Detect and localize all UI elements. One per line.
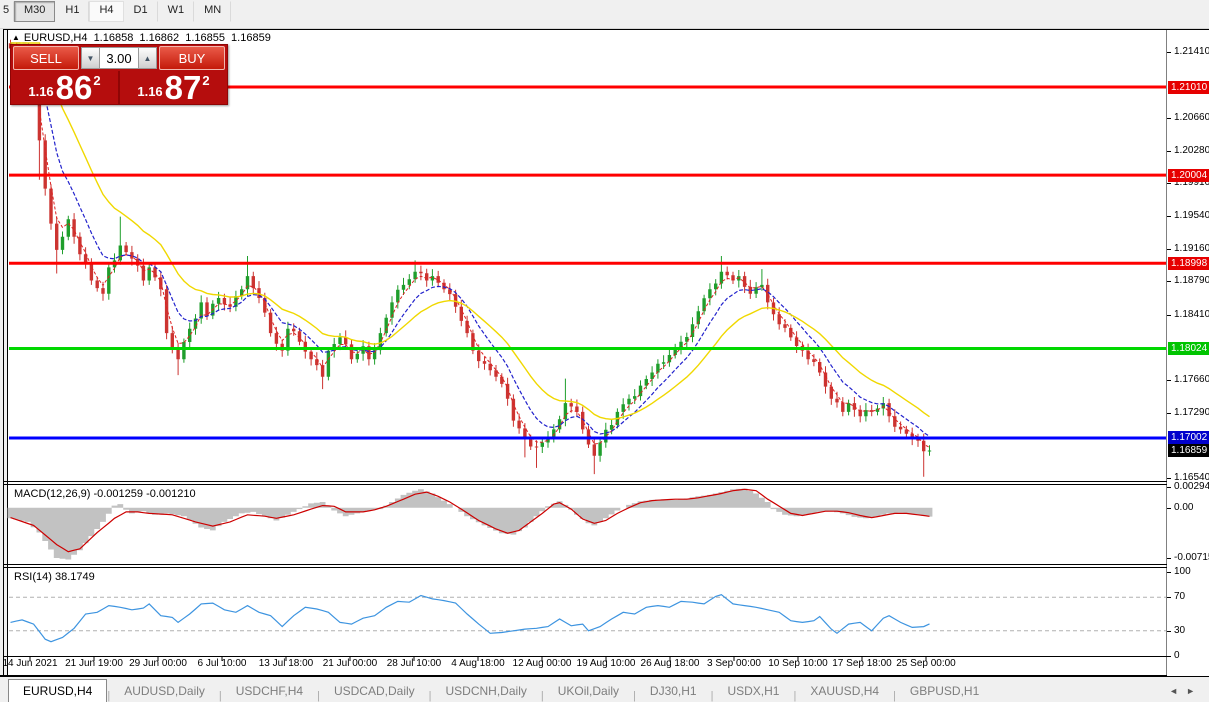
axis-tick bbox=[1167, 118, 1171, 119]
price-axis-label: 1.18410 bbox=[1174, 309, 1209, 320]
bid-price-pips: 86 bbox=[56, 74, 93, 102]
rsi-axis-label: 70 bbox=[1174, 591, 1185, 602]
axis-tick bbox=[1167, 597, 1171, 598]
axis-tick bbox=[1167, 52, 1171, 53]
macd-axis-label: 0.00 bbox=[1174, 502, 1193, 513]
symbol-marker-icon: ▲ bbox=[12, 33, 20, 42]
timeframe-button-H1[interactable]: H1 bbox=[55, 1, 89, 22]
chart-tabs: EURUSD,H4|AUDUSD,Daily|USDCHF,H4|USDCAD,… bbox=[8, 678, 993, 702]
volume-stepper: ▼ 3.00 ▲ bbox=[81, 47, 157, 69]
axis-tick bbox=[1167, 478, 1171, 479]
macd-indicator-label: MACD(12,26,9) -0.001259 -0.001210 bbox=[14, 488, 196, 500]
hline-price-tag: 1.18024 bbox=[1168, 342, 1209, 355]
trade-panel-price-row: 1.16 86 2 1.16 87 2 bbox=[11, 71, 227, 105]
bid-price-display[interactable]: 1.16 86 2 bbox=[11, 71, 120, 105]
hline-price-tag: 1.20004 bbox=[1168, 169, 1209, 182]
axis-tick bbox=[1167, 281, 1171, 282]
window-frame-bottom bbox=[0, 675, 1209, 677]
chart-tab-bar: EURUSD,H4|AUDUSD,Daily|USDCHF,H4|USDCAD,… bbox=[0, 678, 1209, 702]
chart-tab-USDX-H1[interactable]: USDX,H1 bbox=[713, 681, 793, 702]
axis-tick bbox=[1167, 380, 1171, 381]
tab-scroll-left-icon[interactable]: ◄ bbox=[1169, 686, 1186, 696]
ask-price-major: 1.16 bbox=[137, 84, 162, 99]
axis-tick bbox=[1167, 413, 1171, 414]
axis-tick bbox=[1167, 216, 1171, 217]
ask-price-fraction: 2 bbox=[202, 73, 209, 88]
axis-tick bbox=[1167, 151, 1171, 152]
chart-symbol-period: EURUSD,H4 bbox=[24, 32, 88, 44]
price-axis-label: 1.19160 bbox=[1174, 243, 1209, 254]
price-axis[interactable]: 1.214101.206601.202801.199101.195401.191… bbox=[1167, 30, 1209, 676]
ohlc-open: 1.16858 bbox=[94, 32, 134, 44]
tab-scroll-right-icon[interactable]: ► bbox=[1186, 686, 1203, 696]
ask-price-display[interactable]: 1.16 87 2 bbox=[120, 71, 227, 105]
price-axis-label: 1.17660 bbox=[1174, 374, 1209, 385]
volume-increase-button[interactable]: ▲ bbox=[138, 47, 157, 69]
window-frame-left-inner bbox=[7, 30, 8, 676]
axis-tick bbox=[1167, 558, 1171, 559]
timeframe-button-MN[interactable]: MN bbox=[194, 1, 231, 22]
time-axis[interactable]: 14 Jun 202121 Jun 19:0029 Jun 00:006 Jul… bbox=[0, 658, 1167, 674]
buy-button[interactable]: BUY bbox=[159, 46, 225, 70]
price-axis-label: 1.19540 bbox=[1174, 210, 1209, 221]
ohlc-high: 1.16862 bbox=[139, 32, 179, 44]
axis-tick bbox=[1167, 249, 1171, 250]
window-frame-top bbox=[3, 29, 1209, 30]
ohlc-low: 1.16855 bbox=[185, 32, 225, 44]
hline-price-tag: 1.21010 bbox=[1168, 81, 1209, 94]
axis-tick bbox=[1167, 631, 1171, 632]
macd-axis-label: -0.007153 bbox=[1174, 552, 1209, 563]
price-axis-label: 1.17290 bbox=[1174, 407, 1209, 418]
tab-scroll-arrows: ◄► bbox=[1169, 686, 1203, 696]
trading-terminal-window: 5M30H1H4D1W1MN ▲EURUSD,H4 1.16858 1.1686… bbox=[0, 0, 1209, 702]
axis-tick bbox=[1167, 656, 1171, 657]
sell-button[interactable]: SELL bbox=[13, 46, 79, 70]
timeframe-toolbar: 5M30H1H4D1W1MN bbox=[0, 0, 1209, 29]
hline-price-tag: 1.18998 bbox=[1168, 257, 1209, 270]
timeframe-button-5[interactable]: 5 bbox=[0, 1, 14, 22]
last-price-tag: 1.16859 bbox=[1168, 444, 1209, 457]
price-axis-label: 1.21410 bbox=[1174, 46, 1209, 57]
ohlc-close: 1.16859 bbox=[231, 32, 271, 44]
chart-tab-GBPUSD-H1[interactable]: GBPUSD,H1 bbox=[896, 681, 993, 702]
volume-input[interactable]: 3.00 bbox=[100, 47, 138, 69]
volume-decrease-button[interactable]: ▼ bbox=[81, 47, 100, 69]
bid-price-fraction: 2 bbox=[93, 73, 100, 88]
chart-tab-UKOil-Daily[interactable]: UKOil,Daily bbox=[544, 681, 633, 702]
trade-panel-controls-row: SELL ▼ 3.00 ▲ BUY bbox=[11, 45, 227, 71]
timeframe-button-W1[interactable]: W1 bbox=[158, 1, 195, 22]
bid-price-major: 1.16 bbox=[28, 84, 53, 99]
timeframe-button-H4[interactable]: H4 bbox=[89, 1, 123, 22]
timeframe-button-D1[interactable]: D1 bbox=[124, 1, 158, 22]
macd-axis-label: 0.002947 bbox=[1174, 481, 1209, 492]
one-click-trading-panel: SELL ▼ 3.00 ▲ BUY 1.16 86 2 1.16 87 2 bbox=[10, 44, 228, 105]
price-axis-label: 1.20660 bbox=[1174, 112, 1209, 123]
timeframe-button-M30[interactable]: M30 bbox=[14, 1, 55, 22]
axis-tick bbox=[1167, 572, 1171, 573]
time-axis-label: 25 Sep 00:00 bbox=[881, 658, 971, 669]
chart-tab-EURUSD-H4[interactable]: EURUSD,H4 bbox=[8, 679, 107, 702]
chart-header: ▲ EURUSD,H4 1.16858 1.16862 1.16855 1.168… bbox=[12, 32, 274, 44]
chart-tab-AUDUSD-Daily[interactable]: AUDUSD,Daily bbox=[110, 681, 219, 702]
chart-tab-DJ30-H1[interactable]: DJ30,H1 bbox=[636, 681, 711, 702]
rsi-axis-label: 0 bbox=[1174, 650, 1180, 661]
price-axis-label: 1.20280 bbox=[1174, 145, 1209, 156]
chart-window-background[interactable] bbox=[8, 30, 1209, 676]
axis-tick bbox=[1167, 315, 1171, 316]
rsi-indicator-label: RSI(14) 38.1749 bbox=[14, 571, 95, 583]
rsi-axis-label: 30 bbox=[1174, 625, 1185, 636]
window-frame-left-outer bbox=[3, 30, 4, 676]
ask-price-pips: 87 bbox=[165, 74, 202, 102]
chart-tab-USDCHF-H4[interactable]: USDCHF,H4 bbox=[222, 681, 317, 702]
hline-price-tag: 1.17002 bbox=[1168, 431, 1209, 444]
chart-tab-XAUUSD-H4[interactable]: XAUUSD,H4 bbox=[796, 681, 893, 702]
rsi-axis-label: 100 bbox=[1174, 566, 1191, 577]
chart-tab-USDCNH-Daily[interactable]: USDCNH,Daily bbox=[432, 681, 541, 702]
axis-tick bbox=[1167, 487, 1171, 488]
chart-tab-USDCAD-Daily[interactable]: USDCAD,Daily bbox=[320, 681, 429, 702]
axis-tick bbox=[1167, 183, 1171, 184]
price-axis-label: 1.18790 bbox=[1174, 275, 1209, 286]
axis-tick bbox=[1167, 508, 1171, 509]
